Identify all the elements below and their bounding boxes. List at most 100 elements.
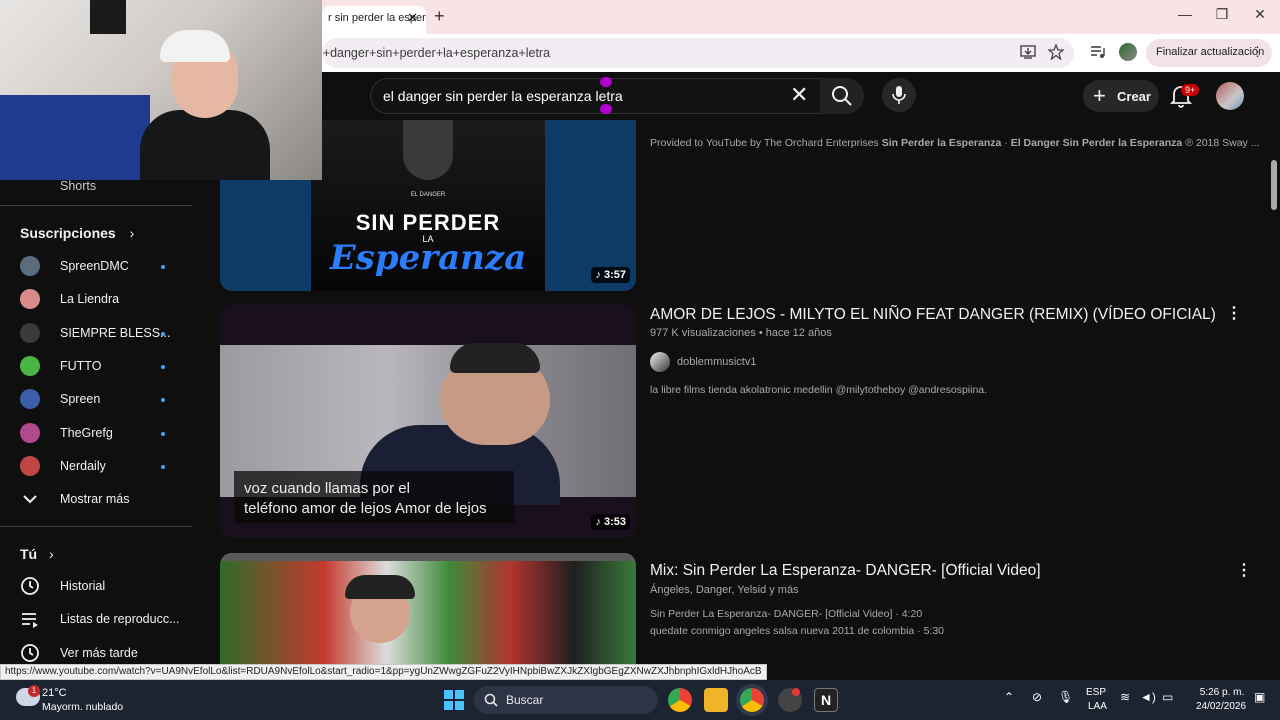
history-icon bbox=[21, 577, 39, 595]
clear-search-icon[interactable]: ✕ bbox=[790, 84, 808, 106]
address-bar[interactable]: l+danger+sin+perder+la+esperanza+letra bbox=[322, 38, 1074, 68]
you-heading[interactable]: Tú › bbox=[20, 546, 54, 562]
tray-microphone-icon[interactable]: 🎙 bbox=[1058, 690, 1073, 704]
volume-icon[interactable]: ◄) bbox=[1140, 690, 1156, 704]
sidebar-item-spreendmc[interactable]: SpreenDMC bbox=[0, 250, 192, 284]
chrome-icon[interactable] bbox=[668, 688, 692, 712]
channel-avatar bbox=[20, 356, 40, 376]
tray-chevron-up-icon[interactable]: ⌃ bbox=[1004, 690, 1014, 704]
taskbar-search-box[interactable]: Buscar bbox=[474, 686, 658, 714]
update-chrome-label: Finalizar actualización bbox=[1156, 46, 1265, 58]
video-description-1: Provided to YouTube by The Orchard Enter… bbox=[650, 137, 1259, 149]
sidebar-item-history[interactable]: Historial bbox=[0, 570, 192, 604]
scrollbar-thumb[interactable] bbox=[1271, 160, 1277, 210]
channel-avatar bbox=[20, 423, 40, 443]
sidebar-item-label: TheGrefg bbox=[60, 426, 113, 440]
media-control-icon[interactable] bbox=[1090, 44, 1106, 60]
mix-artists: Ángeles, Danger, Yelsid y más bbox=[650, 584, 799, 596]
description-text: ℗ 2018 Sway ... bbox=[1182, 137, 1260, 149]
wifi-icon[interactable]: ≋ bbox=[1120, 690, 1130, 704]
more-menu-icon[interactable]: ⋮ bbox=[1251, 44, 1264, 60]
channel-avatar bbox=[20, 256, 40, 276]
bookmark-star-icon[interactable] bbox=[1048, 44, 1064, 60]
sidebar-item-thegrefg[interactable]: TheGrefg bbox=[0, 417, 192, 451]
sidebar-item-label: Mostrar más bbox=[60, 492, 130, 506]
taskbar-search-label: Buscar bbox=[506, 693, 544, 707]
mix-track-1[interactable]: Sin Perder La Esperanza- DANGER- [Offici… bbox=[650, 608, 922, 620]
webcam-overlay bbox=[0, 0, 322, 180]
video-thumbnail-3[interactable] bbox=[220, 553, 636, 680]
sidebar-item-label: La Liendra bbox=[60, 292, 120, 306]
sidebar-item-label: Listas de reproducc... bbox=[60, 612, 180, 626]
user-avatar[interactable] bbox=[1216, 82, 1244, 110]
new-tab-button[interactable]: + bbox=[434, 6, 445, 27]
sidebar-divider bbox=[0, 205, 192, 206]
close-window-button[interactable]: ✕ bbox=[1245, 6, 1275, 23]
chrome-active-icon[interactable] bbox=[740, 688, 764, 712]
sidebar-item-futto[interactable]: FUTTO bbox=[0, 350, 192, 384]
video-thumbnail-2[interactable]: voz cuando llamas por el teléfono amor d… bbox=[220, 305, 636, 538]
cursor-highlight-top bbox=[600, 77, 612, 87]
album-art-small-text: EL DANGER bbox=[410, 192, 446, 198]
sidebar-item-label: Shorts bbox=[60, 179, 97, 193]
browser-tab[interactable]: r sin perder la esperanza ✕ bbox=[322, 6, 426, 34]
weather-temperature[interactable]: 21°C bbox=[42, 687, 67, 699]
file-explorer-icon[interactable] bbox=[704, 688, 728, 712]
cursor-highlight-bottom bbox=[600, 104, 612, 114]
chevron-right-icon: › bbox=[49, 546, 54, 562]
more-options-icon[interactable]: ⋮ bbox=[1236, 560, 1252, 580]
mix-track-2[interactable]: quedate conmigo angeles salsa nueva 2011… bbox=[650, 625, 944, 637]
tray-time[interactable]: 5:26 p. m. bbox=[1192, 687, 1252, 698]
webcam-wall-frame bbox=[90, 0, 126, 34]
video-title-2[interactable]: AMOR DE LEJOS - MILYTO EL NIÑO FEAT DANG… bbox=[650, 306, 1216, 324]
webcam-person-cap bbox=[160, 30, 230, 62]
notion-icon[interactable]: N bbox=[814, 688, 838, 712]
album-art-title-3: Esperanza bbox=[329, 238, 527, 278]
sidebar-item-label: Ver más tarde bbox=[60, 646, 138, 660]
album-art-figure bbox=[403, 120, 453, 180]
notification-dot bbox=[792, 688, 800, 696]
battery-icon[interactable]: ▭ bbox=[1162, 690, 1173, 704]
sidebar-item-playlists[interactable]: Listas de reproducc... bbox=[0, 603, 192, 637]
chevron-right-icon: › bbox=[129, 225, 135, 241]
video-frame-cap bbox=[450, 343, 540, 373]
plus-icon: + bbox=[1093, 83, 1106, 108]
create-button[interactable]: + Crear bbox=[1083, 80, 1159, 112]
tab-close-icon[interactable]: ✕ bbox=[407, 10, 418, 26]
tray-language-bottom[interactable]: LAA bbox=[1088, 701, 1107, 712]
tray-language-top[interactable]: ESP bbox=[1086, 687, 1106, 698]
microphone-icon bbox=[892, 86, 906, 104]
search-icon bbox=[832, 86, 852, 106]
sidebar-item-la-liendra[interactable]: La Liendra bbox=[0, 283, 192, 317]
video-description-2: la libre films tienda akolatronic medell… bbox=[650, 384, 988, 396]
sidebar-item-show-more[interactable]: Mostrar más bbox=[0, 483, 192, 517]
new-content-dot bbox=[161, 365, 165, 369]
new-content-dot bbox=[161, 465, 165, 469]
more-options-icon[interactable]: ⋮ bbox=[1226, 303, 1242, 323]
video-title-3[interactable]: Mix: Sin Perder La Esperanza- DANGER- [O… bbox=[650, 562, 1041, 580]
duration-text: 3:57 bbox=[603, 269, 626, 281]
sidebar-item-siempre-bless[interactable]: SIEMPRE BLESS... bbox=[0, 317, 192, 351]
search-input[interactable]: el danger sin perder la esperanza letra bbox=[370, 78, 822, 114]
install-app-icon[interactable] bbox=[1020, 44, 1036, 60]
weather-description[interactable]: Mayorm. nublado bbox=[42, 701, 123, 713]
voice-search-button[interactable] bbox=[882, 78, 916, 112]
notification-center-icon[interactable]: ▣ bbox=[1254, 690, 1265, 704]
minimize-button[interactable]: — bbox=[1170, 6, 1200, 22]
music-note-icon: ♪ bbox=[595, 516, 604, 528]
mix-stack-bar bbox=[220, 553, 636, 561]
clock-icon bbox=[21, 644, 39, 662]
tray-network-off-icon[interactable]: ⊘ bbox=[1032, 690, 1042, 704]
profile-avatar-icon[interactable] bbox=[1119, 43, 1137, 61]
sidebar-item-spreen[interactable]: Spreen bbox=[0, 383, 192, 417]
channel-avatar[interactable] bbox=[650, 352, 670, 372]
maximize-button[interactable]: ❐ bbox=[1207, 6, 1237, 23]
update-chrome-button[interactable]: Finalizar actualización ⋮ bbox=[1146, 39, 1272, 67]
sidebar-item-nerdaily[interactable]: Nerdaily bbox=[0, 450, 192, 484]
subscriptions-heading[interactable]: Suscripciones › bbox=[20, 225, 134, 241]
windows-start-icon[interactable] bbox=[444, 690, 464, 710]
tray-date[interactable]: 24/02/2026 bbox=[1190, 701, 1252, 712]
link-status-bar: https://www.youtube.com/watch?v=UA9NvEfo… bbox=[0, 664, 767, 680]
search-button[interactable] bbox=[820, 78, 864, 114]
channel-name[interactable]: doblemmusictv1 bbox=[677, 356, 756, 368]
